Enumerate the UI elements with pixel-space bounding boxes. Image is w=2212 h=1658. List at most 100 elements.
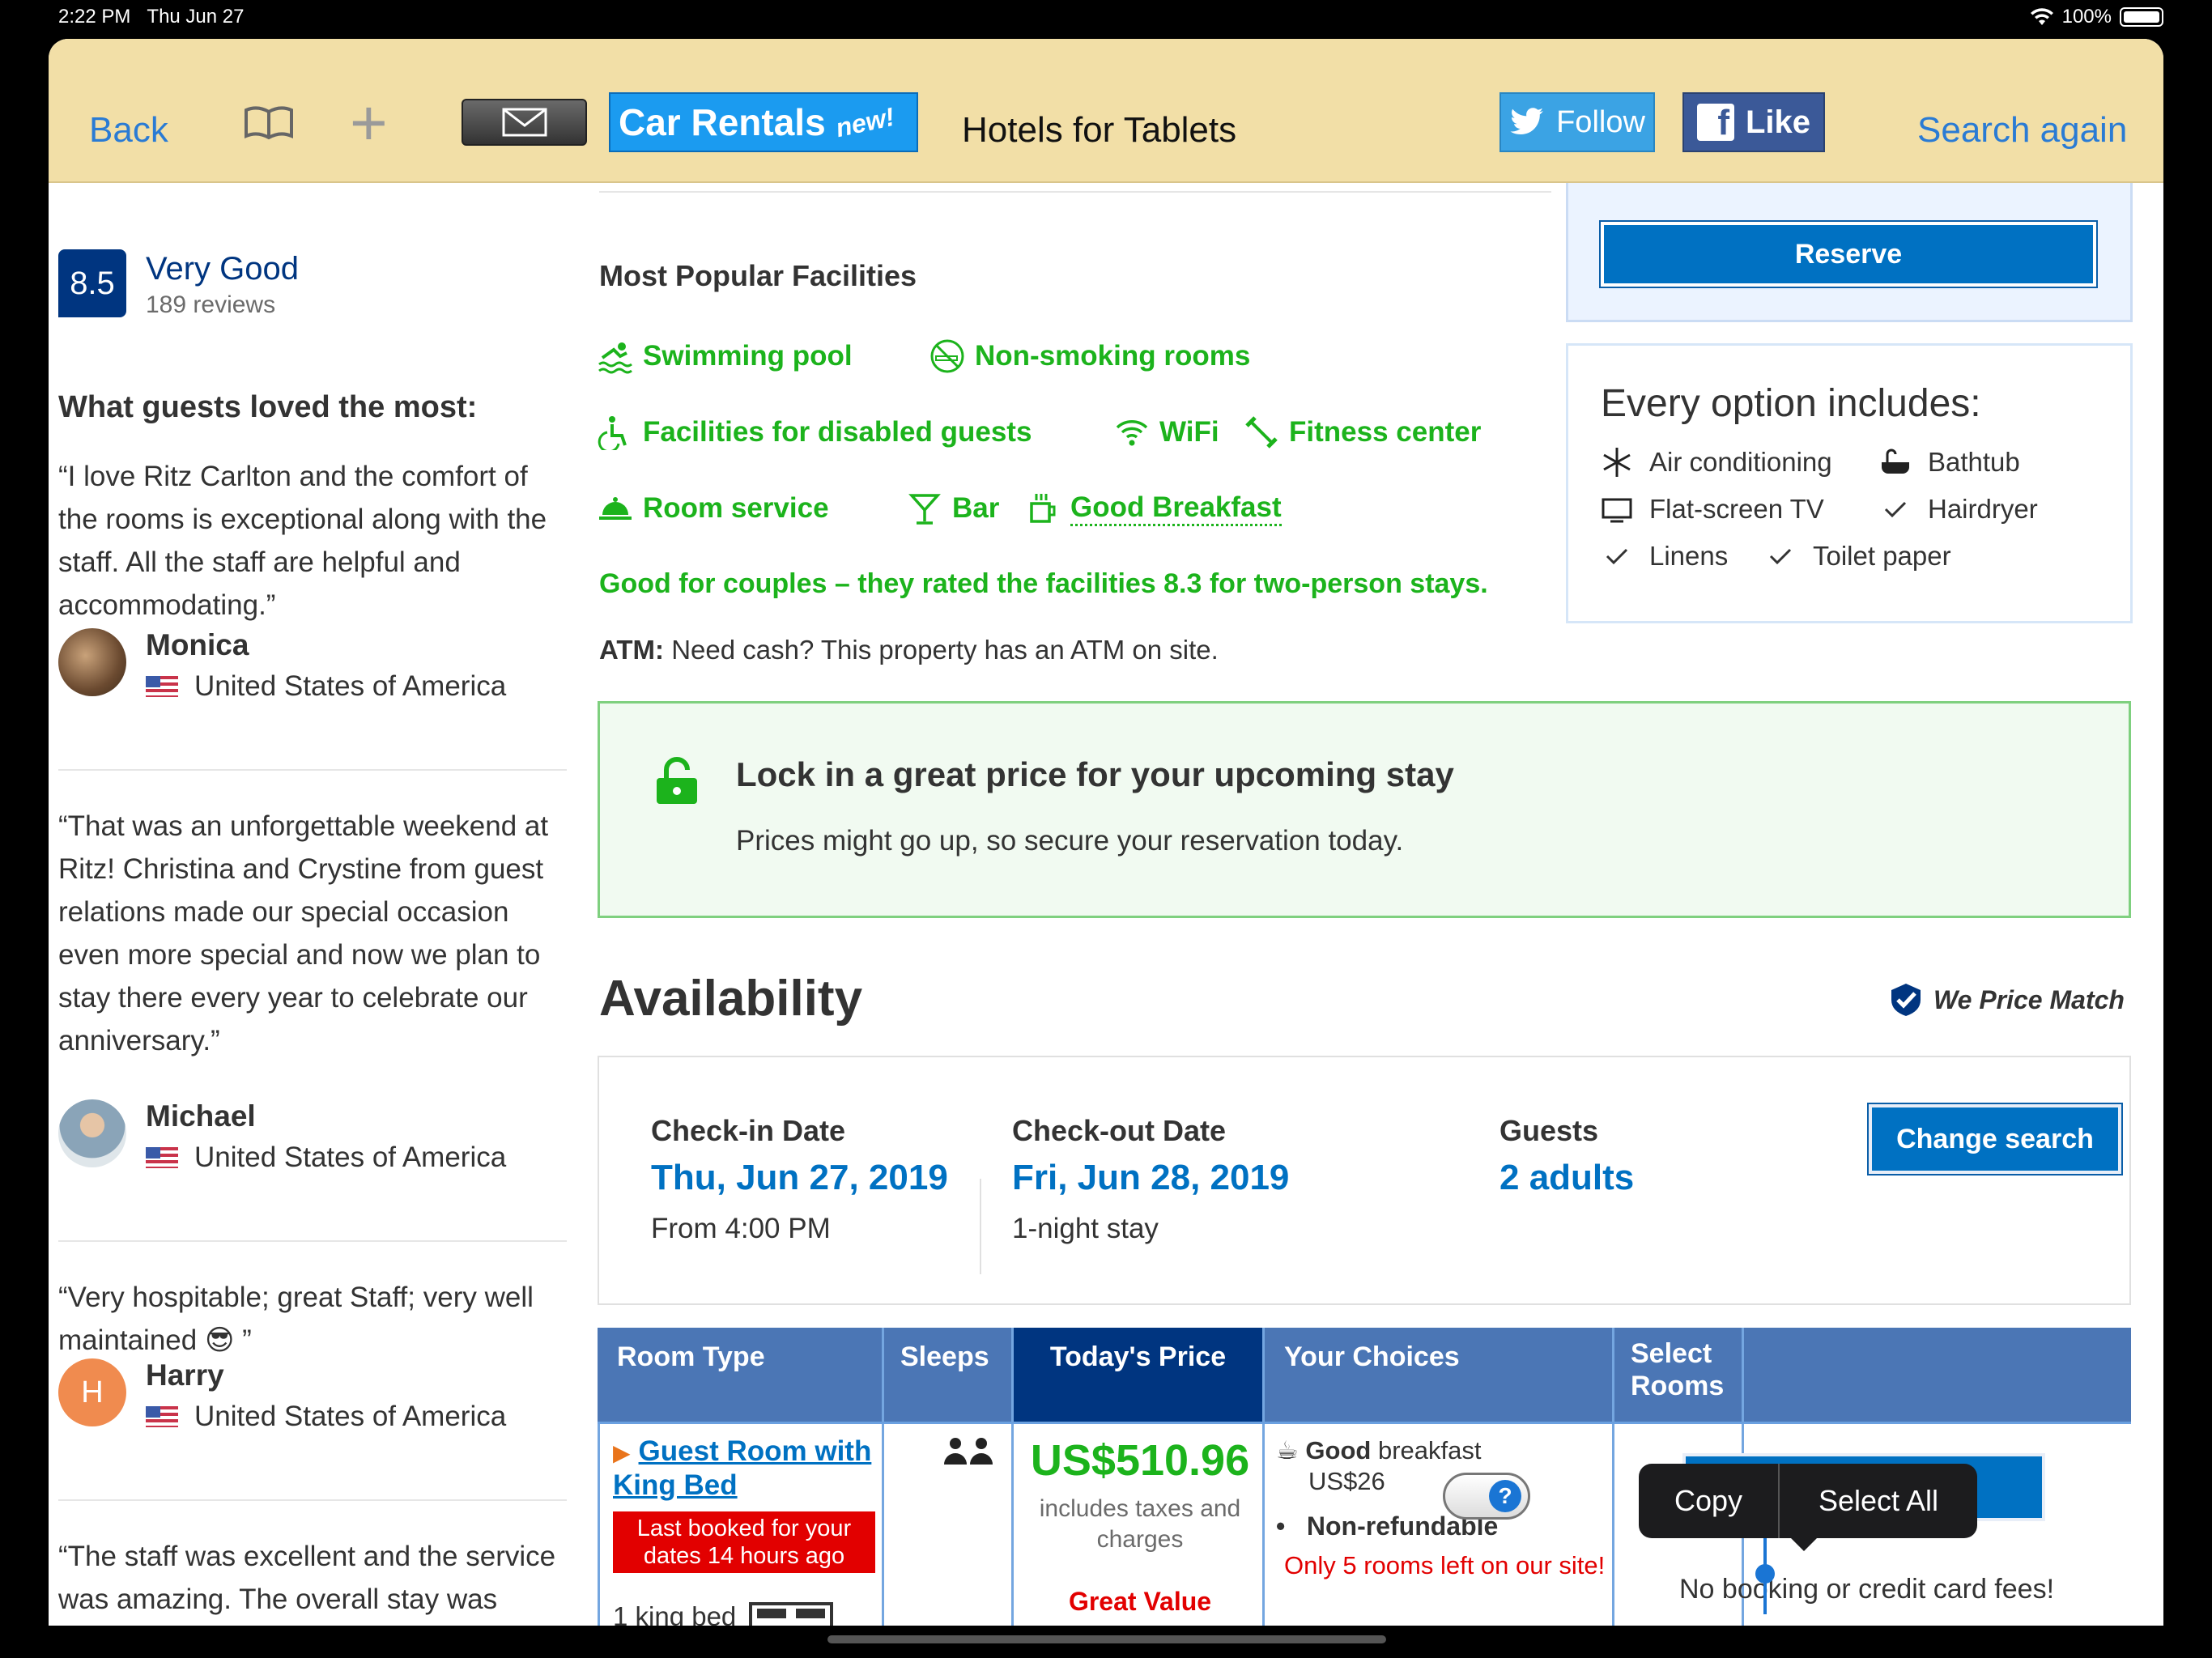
car-rentals-label: Car Rentals [619, 101, 826, 143]
status-bar: 2:22 PM Thu Jun 27 100% [0, 0, 2212, 37]
amenity-item: Bathtub [1879, 446, 2020, 478]
caret-right-icon: ▶ [613, 1440, 631, 1465]
question-icon: ? [1489, 1480, 1521, 1512]
info-toggle[interactable]: ? [1443, 1473, 1530, 1520]
no-smoking-icon [930, 339, 964, 373]
checkin-time: From 4:00 PM [651, 1213, 831, 1244]
facility-non-smoking: Non-smoking rooms [929, 338, 1250, 374]
twitter-follow-button[interactable]: Follow [1499, 92, 1655, 152]
reviewer-country: United States of America [146, 670, 506, 703]
home-indicator[interactable] [827, 1635, 1386, 1643]
change-search-button[interactable]: Change search [1867, 1103, 2123, 1175]
amenity-item: Linens [1601, 540, 1728, 572]
twitter-bird-icon [1510, 108, 1544, 134]
room-name-link[interactable]: ▶ Guest Room with King Bed [613, 1435, 882, 1502]
selection-handle-end[interactable] [1755, 1564, 1775, 1584]
reviewer-country: United States of America [146, 1401, 506, 1433]
lock-title: Lock in a great price for your upcoming … [736, 755, 1454, 793]
reviewer-country: United States of America [146, 1141, 506, 1174]
search-again-button[interactable]: Search again [1917, 110, 2127, 151]
wheelchair-icon [598, 416, 627, 450]
great-value-label: Great Value [1068, 1587, 1212, 1616]
included-heading: Every option includes: [1601, 382, 1981, 425]
facility-fitness: Fitness center [1244, 414, 1481, 450]
car-rentals-button[interactable]: Car Rentals new! [609, 92, 918, 152]
bathtub-icon [1882, 449, 1909, 474]
facility-swimming-pool: Swimming pool [598, 338, 853, 374]
price-match[interactable]: We Price Match [1888, 982, 2125, 1018]
divider [58, 1499, 567, 1501]
col-sleeps: Sleeps [884, 1328, 1014, 1422]
amenity-item: Flat-screen TV [1601, 493, 1824, 525]
facebook-like-button[interactable]: f Like [1682, 92, 1825, 152]
lock-subtitle: Prices might go up, so secure your reser… [736, 825, 1404, 857]
reviewer: Monica United States of America [58, 628, 576, 703]
facility-breakfast[interactable]: Good Breakfast [1025, 491, 1282, 526]
review-text: “The staff was excellent and the service… [58, 1541, 556, 1615]
unlock-icon [657, 757, 697, 804]
review-text: “Very hospitable; great Staff; very well… [58, 1282, 534, 1356]
amenity-item: Hairdryer [1879, 493, 2038, 525]
reviewer-name: Harry [146, 1358, 224, 1392]
tv-icon [1602, 498, 1632, 523]
review-text: “That was an unforgettable weekend at Ri… [58, 810, 549, 1056]
us-flag-icon [146, 1406, 178, 1427]
app-frame: Back + Car Rentals new! Hotels for Tablet… [49, 39, 2163, 1626]
last-booked-badge: Last booked for your dates 14 hours ago [613, 1511, 875, 1573]
mail-button[interactable] [462, 99, 587, 146]
no-fees-note: No booking or credit card fees! [1679, 1574, 2055, 1605]
add-icon[interactable]: + [350, 91, 388, 155]
rooms-table-header: Room Type Sleeps Today's Price Your Choi… [598, 1328, 2131, 1422]
cell-room-type: ▶ Guest Room with King Bed Last booked fo… [598, 1424, 884, 1626]
cell-sleeps [884, 1424, 1014, 1626]
cocktail-icon [908, 494, 941, 525]
avatar [58, 1099, 126, 1167]
back-button[interactable]: Back [89, 110, 168, 151]
envelope-icon [502, 108, 547, 137]
copy-menu-item[interactable]: Copy [1639, 1464, 1780, 1538]
facility-wifi: WiFi [1114, 414, 1219, 450]
bookmarks-icon[interactable] [243, 105, 295, 145]
price-note: includes taxes and charges [1039, 1495, 1241, 1553]
included-amenities: Every option includes: Air conditioning … [1566, 343, 2133, 623]
coffee-cup-icon [1030, 494, 1056, 523]
col-select-rooms: Select Rooms [1614, 1328, 1744, 1422]
facebook-icon: f [1696, 104, 1734, 141]
select-all-menu-item[interactable]: Select All [1780, 1464, 1977, 1538]
dumbbell-icon [1245, 416, 1278, 449]
follow-label: Follow [1556, 104, 1645, 139]
amenity-item: Toilet paper [1764, 540, 1951, 572]
reviewer: H Harry United States of America [58, 1358, 576, 1433]
status-time: 2:22 PM Thu Jun 27 [58, 6, 245, 28]
page-title: Hotels for Tablets [962, 110, 1237, 150]
guests-value[interactable]: 2 adults [1499, 1158, 1634, 1198]
context-menu: Copy Select All [1639, 1464, 1977, 1551]
divider [980, 1179, 981, 1274]
rating-label[interactable]: Very Good [146, 251, 299, 287]
wifi-icon [2030, 8, 2053, 26]
facility-bar: Bar [907, 491, 999, 526]
rooms-left: Only 5 rooms left on our site! [1284, 1551, 1606, 1579]
review-text: “I love Ritz Carlton and the comfort of … [58, 461, 547, 621]
cell-choices: ☕ Good breakfast US$26 • Non-refundable … [1265, 1424, 1614, 1626]
sidebar-reserve-button[interactable]: Reserve [1599, 220, 2098, 288]
checkin-date[interactable]: Thu, Jun 27, 2019 [651, 1158, 948, 1198]
snowflake-icon [1603, 448, 1631, 477]
toolbar: Back + Car Rentals new! Hotels for Tablet… [49, 39, 2163, 183]
facilities-heading: Most Popular Facilities [599, 259, 917, 292]
facility-disabled: Facilities for disabled guests [598, 414, 1032, 450]
swimming-icon [598, 342, 632, 374]
us-flag-icon [146, 1147, 178, 1168]
battery-percent: 100% [2061, 6, 2112, 28]
col-room-type: Room Type [598, 1328, 884, 1422]
reserve-panel: Reserve [1566, 183, 2133, 322]
price-lock-banner: Lock in a great price for your upcoming … [598, 701, 2131, 918]
coffee-cup-icon: ☕ [1276, 1436, 1299, 1465]
col-your-choices: Your Choices [1265, 1328, 1614, 1422]
bed-info: 1 king bed [613, 1601, 834, 1626]
room-service-icon [599, 497, 632, 520]
checkout-date[interactable]: Fri, Jun 28, 2019 [1012, 1158, 1289, 1198]
checkout-label: Check-out Date [1012, 1114, 1227, 1147]
review-count[interactable]: 189 reviews [146, 291, 275, 319]
rating-score: 8.5 [58, 249, 126, 317]
